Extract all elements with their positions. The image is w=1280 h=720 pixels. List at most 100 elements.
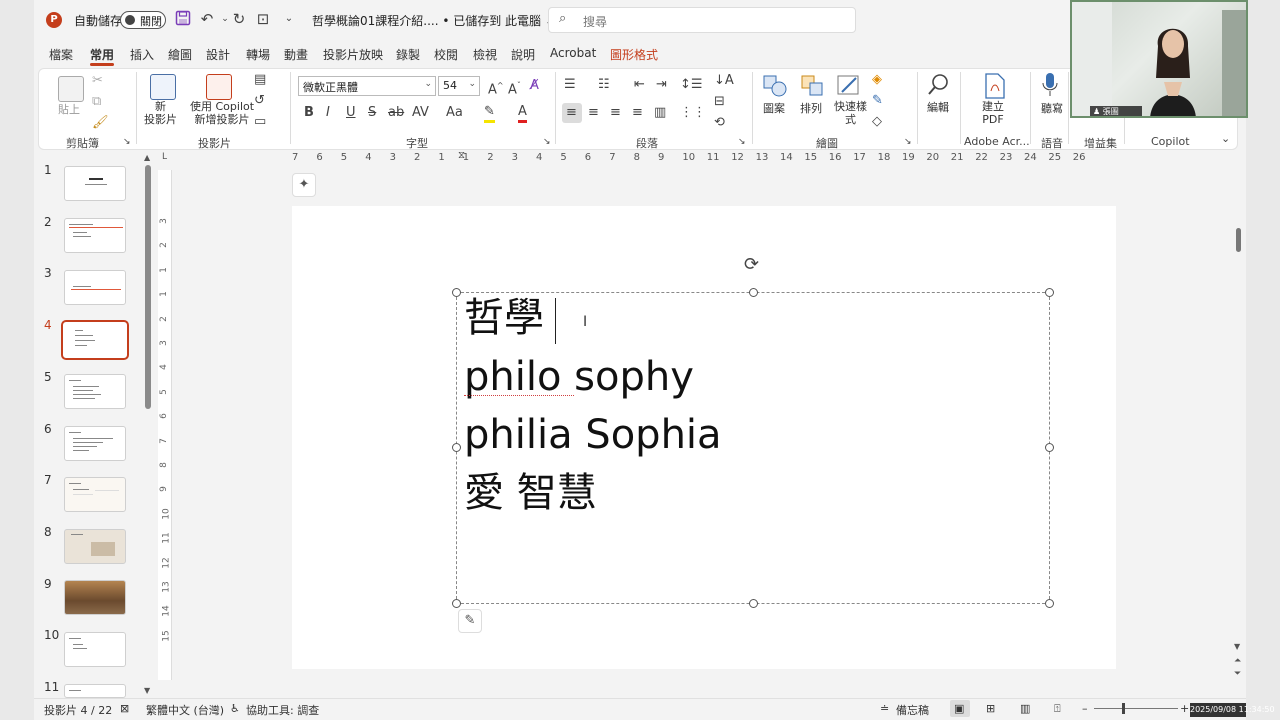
columns-icon[interactable]: ⋮⋮ [680, 105, 706, 121]
slide-thumbnail-8[interactable] [64, 529, 126, 564]
bullets-icon[interactable]: ☰ [564, 77, 576, 93]
grow-font-icon[interactable]: A^ [488, 78, 504, 98]
new-slide-label[interactable]: 新 投影片 [144, 100, 177, 126]
smartart-icon[interactable]: ⟲ [714, 115, 725, 131]
slide-thumbnail-10[interactable] [64, 632, 126, 667]
resize-handle-top-right[interactable] [1045, 288, 1054, 297]
create-pdf-label[interactable]: 建立 PDF [982, 100, 1004, 126]
scroll-up-icon[interactable]: ▲ [144, 153, 150, 162]
tab-view[interactable]: 檢視 [473, 46, 497, 63]
char-spacing-icon[interactable]: AV [412, 105, 429, 121]
resize-handle-left[interactable] [452, 443, 461, 452]
designer-icon[interactable]: ✦ [292, 173, 316, 197]
paste-icon[interactable] [58, 76, 84, 102]
tab-record[interactable]: 錄製 [396, 46, 420, 63]
slide-thumbnail-7[interactable] [64, 477, 126, 512]
tab-shape-format[interactable]: 圖形格式 [610, 46, 658, 63]
resize-handle-right[interactable] [1045, 443, 1054, 452]
shape-fill-icon[interactable]: ◈ [872, 72, 882, 88]
reading-view-icon[interactable]: ▥ [1020, 702, 1030, 715]
indent-marker-icon[interactable]: ⧖ [458, 150, 465, 161]
increase-indent-icon[interactable]: ⇥ [656, 77, 667, 93]
align-text-icon[interactable]: ⊟ [714, 94, 725, 110]
tab-home[interactable]: 常用 [90, 46, 114, 63]
save-icon[interactable] [174, 10, 192, 28]
notes-button[interactable]: 備忘稿 [896, 702, 929, 718]
resize-handle-bottom[interactable] [749, 599, 758, 608]
tab-insert[interactable]: 插入 [130, 46, 154, 63]
justify-icon[interactable]: ≡ [632, 105, 643, 121]
zoom-slider-thumb[interactable] [1122, 703, 1125, 714]
arrange-label[interactable]: 排列 [800, 100, 822, 116]
change-case-icon[interactable]: Aa [446, 105, 463, 121]
shrink-font-icon[interactable]: Aˇ [508, 78, 521, 98]
distributed-icon[interactable]: ▥ [654, 105, 666, 121]
customize-toolbar-icon[interactable]: ⌄ [280, 10, 298, 28]
present-icon[interactable]: ⊡ [254, 10, 272, 28]
collapse-ribbon-icon[interactable]: ⌄ [1221, 131, 1230, 147]
line-spacing-icon[interactable]: ↕☰ [680, 77, 703, 93]
font-size-select[interactable]: 54 ⌄ [438, 76, 480, 96]
editing-label[interactable]: 編輯 [927, 99, 949, 115]
clipboard-launcher-icon[interactable]: ↘ [123, 134, 131, 150]
strikethrough-icon[interactable]: ab [388, 105, 404, 121]
copilot-slide-label[interactable]: 使用 Copilot 新增投影片 [190, 100, 254, 126]
search-input[interactable]: ⌕ 搜尋 [548, 7, 856, 33]
slide-thumbnail-1[interactable] [64, 166, 126, 201]
layout-icon[interactable]: ▤ [254, 72, 266, 88]
rotate-handle-icon[interactable]: ⟳ [744, 254, 759, 275]
resize-handle-bottom-left[interactable] [452, 599, 461, 608]
slide-thumbnail-4[interactable] [61, 320, 129, 360]
shapes-icon[interactable] [762, 74, 788, 98]
tab-animations[interactable]: 動畫 [284, 46, 308, 63]
spelling-icon[interactable]: ⊠ [120, 702, 129, 715]
slide-thumbnail-5[interactable] [64, 374, 126, 409]
underline-icon[interactable]: U [346, 105, 356, 121]
quick-styles-icon[interactable] [836, 74, 862, 98]
shape-outline-icon[interactable]: ✎ [872, 93, 883, 109]
slide-text-line[interactable]: 哲學 [464, 296, 544, 340]
align-right-icon[interactable]: ≡ [610, 105, 621, 121]
text-designer-icon[interactable]: ✎ [458, 609, 482, 633]
clear-format-icon[interactable]: A̸ [530, 78, 539, 94]
accessibility-status[interactable]: 協助工具: 調查 [246, 702, 319, 718]
slide-thumbnail-9[interactable] [64, 580, 126, 615]
tab-transitions[interactable]: 轉場 [246, 46, 270, 63]
canvas-scrollbar[interactable] [1236, 228, 1241, 252]
create-pdf-icon[interactable] [983, 73, 1007, 99]
tab-acrobat[interactable]: Acrobat [550, 46, 596, 60]
slide-sorter-icon[interactable]: ⊞ [986, 702, 995, 715]
highlight-icon[interactable]: ✎ [484, 104, 495, 123]
shapes-label[interactable]: 圖案 [763, 100, 785, 116]
reset-icon[interactable]: ↺ [254, 93, 265, 109]
slide-text-line[interactable]: 愛 智慧 [464, 471, 597, 515]
shape-effects-icon[interactable]: ◇ [872, 114, 882, 130]
tab-review[interactable]: 校閱 [434, 46, 458, 63]
tab-help[interactable]: 說明 [511, 46, 535, 63]
language-status[interactable]: 繁體中文 (台灣) [146, 702, 224, 718]
numbering-icon[interactable]: ☷ [598, 77, 610, 93]
redo-icon[interactable]: ↻ [230, 10, 248, 28]
align-center-icon[interactable]: ≡ [588, 105, 599, 121]
tab-file[interactable]: 檔案 [49, 46, 73, 63]
microphone-icon[interactable] [1042, 72, 1058, 98]
shadow-icon[interactable]: S [368, 105, 376, 121]
previous-slide-icon[interactable]: ⏶ [1234, 656, 1241, 666]
slide-thumbnail-3[interactable] [64, 270, 126, 305]
tab-draw[interactable]: 繪圖 [168, 46, 192, 63]
resize-handle-bottom-right[interactable] [1045, 599, 1054, 608]
thumbnail-scrollbar[interactable] [145, 165, 151, 409]
scroll-down-icon[interactable]: ▼ [144, 686, 150, 695]
zoom-in-icon[interactable]: + [1180, 702, 1189, 715]
autosave-toggle[interactable]: 關閉 [120, 11, 166, 29]
slide-thumbnail-2[interactable] [64, 218, 126, 253]
section-icon[interactable]: ▭ [254, 114, 266, 130]
italic-icon[interactable]: I [326, 105, 330, 121]
font-launcher-icon[interactable]: ↘ [543, 134, 551, 150]
undo-icon[interactable]: ↶ [198, 10, 216, 28]
quick-styles-label[interactable]: 快速樣 式 [834, 100, 867, 126]
copilot-slide-icon[interactable] [206, 74, 232, 100]
new-slide-icon[interactable] [150, 74, 176, 100]
tab-selector-icon[interactable]: L [162, 152, 167, 162]
slideshow-icon[interactable]: ⍐ [1054, 702, 1061, 716]
